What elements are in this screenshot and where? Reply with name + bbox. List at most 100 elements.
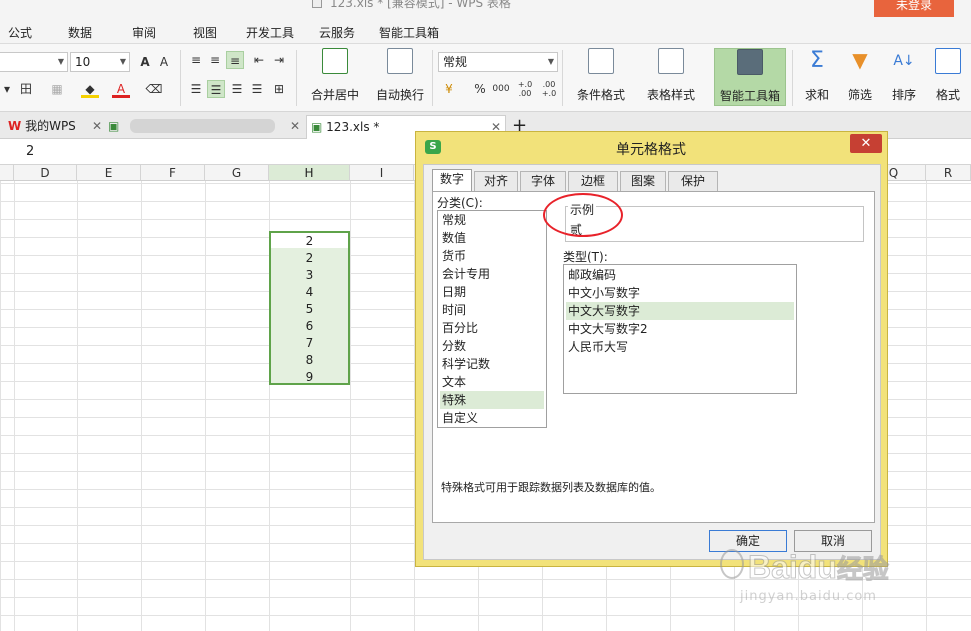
- clear-format-icon[interactable]: ⌫: [145, 80, 163, 98]
- category-list[interactable]: 常规 数值 货币 会计专用 日期 时间 百分比 分数 科学记数 文本 特殊 自定…: [437, 210, 547, 428]
- grid-line: [14, 181, 15, 631]
- category-item-text[interactable]: 文本: [440, 373, 544, 391]
- close-icon[interactable]: ✕: [92, 115, 102, 137]
- table-style-button[interactable]: 表格样式: [638, 48, 704, 106]
- menu-bar: 公式 数据 审阅 视图 开发工具 云服务 智能工具箱: [0, 18, 971, 44]
- doc-tab-my-wps[interactable]: W 我的WPS ✕: [8, 115, 104, 139]
- tab-border[interactable]: 边框: [568, 171, 618, 191]
- cell-h-row5[interactable]: 5: [271, 300, 348, 318]
- align-center-icon[interactable]: ☰: [207, 80, 225, 98]
- font-size-select[interactable]: 10 ▼: [70, 52, 130, 72]
- cell-h-row2[interactable]: 2: [271, 249, 348, 267]
- percent-button[interactable]: %: [471, 80, 489, 98]
- menu-tab-view[interactable]: 视图: [193, 24, 217, 41]
- merge-center-button[interactable]: 合并居中: [302, 48, 368, 106]
- menu-tab-developer[interactable]: 开发工具: [246, 24, 294, 41]
- align-right-icon[interactable]: ☰: [228, 80, 246, 98]
- tab-alignment[interactable]: 对齐: [474, 171, 518, 191]
- category-item-scientific[interactable]: 科学记数: [440, 355, 544, 373]
- category-item-currency[interactable]: 货币: [440, 247, 544, 265]
- decimal-increase-button[interactable]: +.0 .00: [516, 80, 534, 98]
- grid-line: [205, 181, 206, 631]
- category-label: 分类(C):: [437, 196, 483, 210]
- type-item-chinese-lowercase[interactable]: 中文小写数字: [566, 284, 794, 302]
- number-format-select[interactable]: 常规 ▼: [438, 52, 558, 72]
- menu-tab-formula[interactable]: 公式: [8, 24, 32, 41]
- cell-h-row7[interactable]: 7: [271, 334, 348, 352]
- tab-font[interactable]: 字体: [520, 171, 566, 191]
- align-middle-icon[interactable]: ≡: [206, 51, 224, 69]
- funnel-icon: ▼: [852, 48, 868, 72]
- cell-h-row6[interactable]: 6: [271, 317, 348, 335]
- type-item-rmb-uppercase[interactable]: 人民币大写: [566, 338, 794, 356]
- distributed-icon[interactable]: ⊞: [270, 80, 288, 98]
- wrap-text-button[interactable]: 自动换行: [372, 48, 428, 106]
- column-header-f[interactable]: F: [141, 165, 205, 181]
- close-icon[interactable]: ✕: [290, 115, 300, 137]
- category-item-time[interactable]: 时间: [440, 301, 544, 319]
- category-item-date[interactable]: 日期: [440, 283, 544, 301]
- menu-tab-cloud[interactable]: 云服务: [319, 24, 355, 41]
- smart-toolbox-button[interactable]: 智能工具箱: [714, 48, 786, 106]
- dialog-title-bar[interactable]: S 单元格格式 ✕: [416, 132, 887, 162]
- thousands-button[interactable]: 000: [492, 80, 510, 98]
- column-header-d[interactable]: D: [14, 165, 77, 181]
- font-name-select[interactable]: ▼: [0, 52, 68, 72]
- column-header-h[interactable]: H: [269, 165, 350, 181]
- indent-increase-icon[interactable]: ⇥: [270, 51, 288, 69]
- cell-h-row8[interactable]: 8: [271, 351, 348, 369]
- cell-h-row3[interactable]: 3: [271, 266, 348, 284]
- menu-tab-data[interactable]: 数据: [68, 24, 92, 41]
- annotation-circle: [543, 193, 623, 237]
- fill-color-icon[interactable]: ◆: [81, 80, 99, 98]
- cell-h-row9[interactable]: 9: [271, 368, 348, 386]
- cell-h-row4[interactable]: 4: [271, 283, 348, 301]
- font-color-icon[interactable]: A: [112, 80, 130, 98]
- title-bar: 123.xls * [兼容模式] - WPS 表格 未登录: [0, 0, 971, 18]
- type-list[interactable]: 邮政编码 中文小写数字 中文大写数字 中文大写数字2 人民币大写: [563, 264, 797, 394]
- format-button[interactable]: 格式: [928, 48, 968, 106]
- font-shrink-icon[interactable]: A: [155, 53, 173, 71]
- category-item-accounting[interactable]: 会计专用: [440, 265, 544, 283]
- menu-tab-smart-toolbox[interactable]: 智能工具箱: [379, 24, 439, 41]
- category-item-percentage[interactable]: 百分比: [440, 319, 544, 337]
- filter-button[interactable]: ▼ 筛选: [840, 48, 880, 106]
- column-header-i[interactable]: I: [350, 165, 414, 181]
- currency-icon[interactable]: ¥: [440, 80, 458, 98]
- align-bottom-icon[interactable]: ≡: [226, 51, 244, 69]
- category-item-fraction[interactable]: 分数: [440, 337, 544, 355]
- tab-protection[interactable]: 保护: [668, 171, 718, 191]
- align-left-icon[interactable]: ☰: [187, 80, 205, 98]
- tab-pattern[interactable]: 图案: [620, 171, 666, 191]
- sort-button[interactable]: A↓ 排序: [884, 48, 924, 106]
- column-header-g[interactable]: G: [205, 165, 269, 181]
- toolbox-icon: [737, 49, 763, 75]
- border-icon[interactable]: 田: [17, 80, 35, 98]
- sum-button[interactable]: Σ 求和: [798, 48, 836, 106]
- column-header-e[interactable]: E: [77, 165, 141, 181]
- decimal-decrease-button[interactable]: .00 +.0: [540, 80, 558, 98]
- doc-tab-blurred[interactable]: ▣ ✕: [108, 115, 304, 139]
- indent-decrease-icon[interactable]: ⇤: [250, 51, 268, 69]
- type-item-chinese-uppercase[interactable]: 中文大写数字: [566, 302, 794, 320]
- conditional-format-button[interactable]: 条件格式: [568, 48, 634, 106]
- category-item-custom[interactable]: 自定义: [440, 409, 544, 427]
- justify-icon[interactable]: ☰: [248, 80, 266, 98]
- formula-value[interactable]: 2: [26, 144, 34, 159]
- category-item-special[interactable]: 特殊: [440, 391, 544, 409]
- grid-lines-icon[interactable]: ▦: [48, 80, 66, 98]
- category-item-general[interactable]: 常规: [440, 211, 544, 229]
- cell-h-row1[interactable]: 2: [271, 232, 348, 250]
- type-item-postal-code[interactable]: 邮政编码: [566, 266, 794, 284]
- sheet-icon: ▣: [108, 119, 120, 133]
- font-grow-icon[interactable]: A: [136, 53, 154, 71]
- dialog-close-button[interactable]: ✕: [850, 134, 882, 153]
- font-style-icon[interactable]: ▾: [0, 80, 16, 98]
- category-item-number[interactable]: 数值: [440, 229, 544, 247]
- tab-number[interactable]: 数字: [432, 169, 472, 192]
- menu-tab-review[interactable]: 审阅: [132, 24, 156, 41]
- column-header-r[interactable]: R: [926, 165, 971, 181]
- type-item-chinese-uppercase-2[interactable]: 中文大写数字2: [566, 320, 794, 338]
- login-button[interactable]: 未登录: [874, 0, 954, 17]
- align-top-icon[interactable]: ≡: [187, 51, 205, 69]
